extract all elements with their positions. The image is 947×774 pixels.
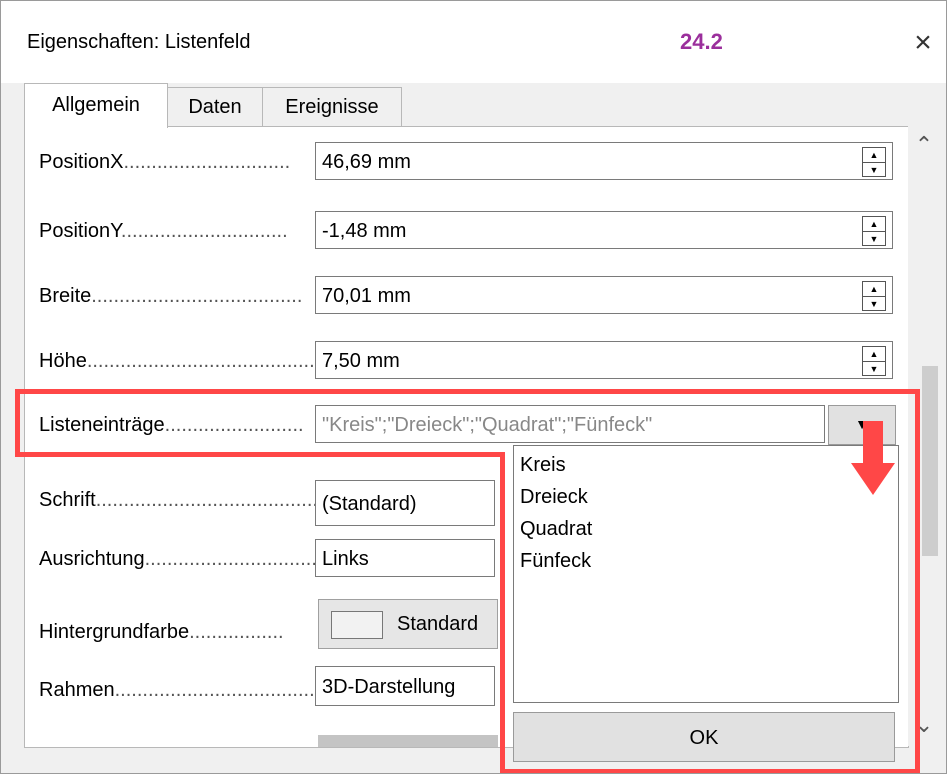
positionx-field[interactable]: 46,69 mm ▲ ▼ <box>315 142 893 180</box>
spin-down-icon: ▼ <box>869 234 879 244</box>
version-label: 24.2 <box>680 29 723 54</box>
breite-field[interactable]: 70,01 mm ▲ ▼ <box>315 276 893 314</box>
breite-label: Breite..................................… <box>39 285 303 307</box>
hoehe-field[interactable]: 7,50 mm ▲ ▼ <box>315 341 893 379</box>
breite-spinner[interactable]: ▲ ▼ <box>862 281 886 311</box>
positionx-label: PositionX.............................. <box>39 151 291 173</box>
spin-down-icon: ▼ <box>869 364 879 374</box>
positiony-label: PositionY.............................. <box>39 220 288 242</box>
highlight-frame-mid <box>15 452 500 457</box>
color-swatch <box>331 611 383 639</box>
spin-up-icon: ▲ <box>863 217 885 232</box>
properties-dialog: Eigenschaften: Listenfeld 24.2 × Allgeme… <box>0 0 947 774</box>
scroll-up-icon[interactable]: ⌃ <box>908 132 940 160</box>
spin-up-icon: ▲ <box>863 282 885 297</box>
hintergrundfarbe-button[interactable]: Standard <box>318 599 498 649</box>
schrift-label: Schrift.................................… <box>39 489 318 511</box>
positiony-field[interactable]: -1,48 mm ▲ ▼ <box>315 211 893 249</box>
spin-down-icon: ▼ <box>869 299 879 309</box>
tab-daten[interactable]: Daten <box>166 87 264 126</box>
close-button[interactable]: × <box>901 21 945 65</box>
highlight-frame-top <box>15 389 920 457</box>
spin-down-icon: ▼ <box>869 165 879 175</box>
close-icon: × <box>914 26 932 59</box>
hoehe-label: Höhe....................................… <box>39 350 315 372</box>
tab-allgemein[interactable]: Allgemein <box>24 83 168 128</box>
spin-up-icon: ▲ <box>863 347 885 362</box>
rahmen-field[interactable]: 3D-Darstellung <box>315 666 495 706</box>
schrift-field[interactable]: (Standard) <box>315 480 495 526</box>
scroll-thumb[interactable] <box>922 366 938 556</box>
ausrichtung-label: Ausrichtung.............................… <box>39 548 317 570</box>
tab-ereignisse[interactable]: Ereignisse <box>262 87 402 126</box>
spin-up-icon: ▲ <box>863 148 885 163</box>
hoehe-spinner[interactable]: ▲ ▼ <box>862 346 886 376</box>
hintergrundfarbe-label: Hintergrundfarbe................. <box>39 621 284 643</box>
dialog-title: Eigenschaften: Listenfeld <box>27 31 251 53</box>
positiony-spinner[interactable]: ▲ ▼ <box>862 216 886 246</box>
rahmen-label: Rahmen..................................… <box>39 679 326 701</box>
highlight-arrow-icon <box>851 421 895 495</box>
title-bar: Eigenschaften: Listenfeld 24.2 × <box>1 1 946 83</box>
positionx-spinner[interactable]: ▲ ▼ <box>862 147 886 177</box>
color-label: Standard <box>397 613 479 635</box>
ausrichtung-field[interactable]: Links <box>315 539 495 577</box>
partial-control <box>318 735 498 747</box>
